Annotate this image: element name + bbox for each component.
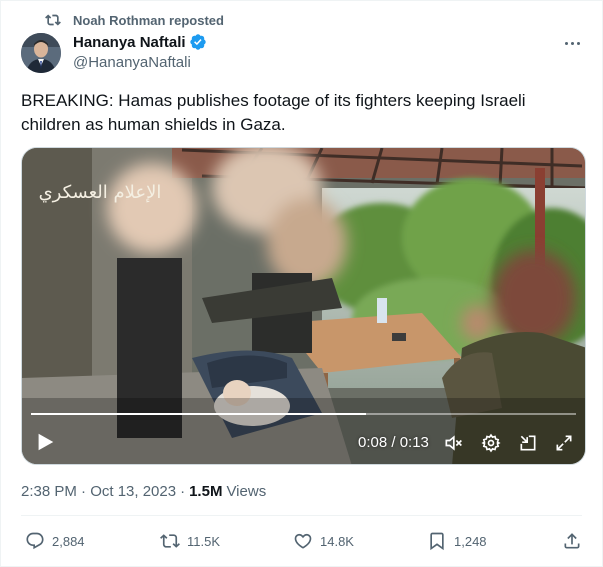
views-count: 1.5M [189,483,223,500]
video-watermark: الإعلام العسكري [39,182,162,203]
volume-muted-icon[interactable] [443,433,463,453]
settings-gear-icon[interactable] [481,433,501,453]
video-time: 0:08 / 0:13 [358,434,429,451]
timestamp[interactable]: 2:38 PM · Oct 13, 2023 [21,483,176,500]
more-dot-icon [570,41,574,45]
bookmark-count: 1,248 [454,533,487,549]
repost-header[interactable]: Noah Rothman reposted [45,12,224,28]
heart-icon [294,533,312,549]
tweet-text: BREAKING: Hamas publishes footage of its… [21,91,526,134]
reply-icon [26,532,44,550]
repost-button[interactable]: 11.5K [160,531,220,551]
repost-count: 11.5K [187,533,221,549]
tweet-meta: 2:38 PM · Oct 13, 2023 · 1.5M Views [21,483,266,500]
picture-in-picture-icon[interactable] [518,433,538,453]
video-progress-fill [31,413,367,415]
reply-count: 2,884 [52,533,85,549]
repost-label: Noah Rothman reposted [73,12,224,28]
video-progress-bar[interactable] [31,413,576,415]
views-label: Views [226,483,267,500]
video-player[interactable]: الإعلام العسكري 0:08 / 0:13 [21,147,586,465]
author-handle[interactable]: @HananyaNaftali [73,54,191,71]
tweet-card: Noah Rothman reposted Hananya Naftali @H… [0,0,603,567]
video-frame: الإعلام العسكري [22,148,585,464]
share-icon [564,533,580,549]
reply-button[interactable]: 2,884 [25,531,85,551]
play-icon[interactable] [34,431,56,453]
divider [21,515,582,516]
share-button[interactable] [562,531,589,551]
author-name-row[interactable]: Hananya Naftali [73,33,207,51]
avatar[interactable] [21,33,61,73]
avatar-image [21,33,61,73]
author-name[interactable]: Hananya Naftali [73,34,186,51]
repost-icon [45,14,61,26]
verified-badge-icon [189,34,206,50]
more-options-button[interactable] [562,35,582,51]
fullscreen-icon[interactable] [554,433,574,453]
repost-icon [160,534,180,548]
bookmark-button[interactable]: 1,248 [427,531,487,551]
like-count: 14.8K [320,533,354,549]
more-dot-icon [576,41,580,45]
like-button[interactable]: 14.8K [293,531,354,551]
action-bar: 2,884 11.5K 14.8K 1,248 [21,531,586,553]
bookmark-icon [430,532,444,551]
meta-separator: · [180,483,186,500]
more-dot-icon [564,41,568,45]
